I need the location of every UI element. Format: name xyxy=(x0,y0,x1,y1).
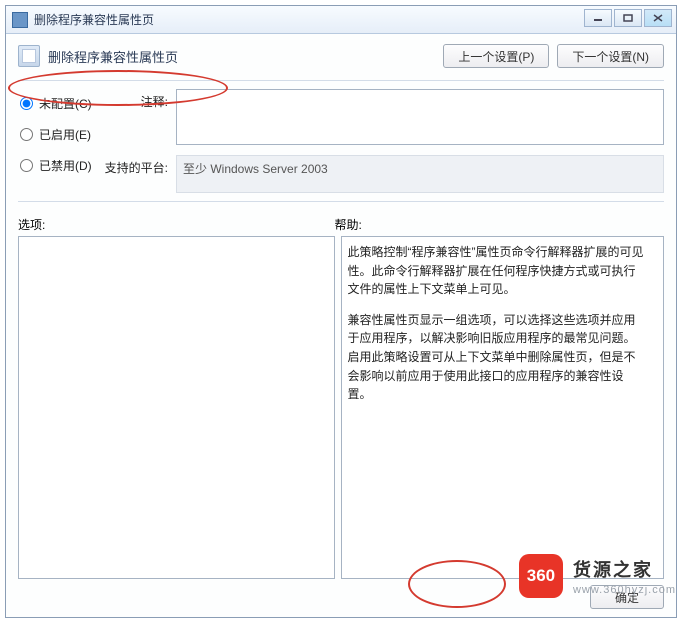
separator xyxy=(18,80,664,81)
minimize-button[interactable] xyxy=(584,9,612,27)
radio-disabled-input[interactable] xyxy=(20,159,33,172)
options-heading: 选项: xyxy=(18,216,335,236)
radio-not-configured[interactable]: 未配置(C) xyxy=(18,95,100,112)
supported-field: 支持的平台: 至少 Windows Server 2003 xyxy=(100,155,664,193)
maximize-icon xyxy=(623,14,633,22)
watermark-badge: 360 xyxy=(519,554,563,598)
watermark-brand: 货源之家 xyxy=(573,556,676,582)
fields: 注释: 支持的平台: 至少 Windows Server 2003 xyxy=(100,89,664,193)
radio-enabled[interactable]: 已启用(E) xyxy=(18,126,100,143)
lower-headings: 选项: 帮助: xyxy=(18,216,664,236)
radio-disabled-label: 已禁用(D) xyxy=(39,157,92,174)
window-title: 删除程序兼容性属性页 xyxy=(34,11,154,28)
lower-boxes: 此策略控制“程序兼容性”属性页命令行解释器扩展的可见性。此命令行解释器扩展在任何… xyxy=(18,236,664,579)
help-paragraph-2: 兼容性属性页显示一组选项，可以选择这些选项并应用于应用程序，以解决影响旧版应用程… xyxy=(348,311,645,404)
watermark: 360 货源之家 www.360hyzj.com xyxy=(519,554,676,598)
radio-enabled-label: 已启用(E) xyxy=(39,126,91,143)
supported-value: 至少 Windows Server 2003 xyxy=(176,155,664,193)
radio-enabled-input[interactable] xyxy=(20,128,33,141)
maximize-button[interactable] xyxy=(614,9,642,27)
comment-field: 注释: xyxy=(100,89,664,145)
nav-buttons: 上一个设置(P) 下一个设置(N) xyxy=(443,44,664,68)
policy-title: 删除程序兼容性属性页 xyxy=(48,47,178,66)
separator-2 xyxy=(18,201,664,202)
help-heading: 帮助: xyxy=(335,216,664,236)
next-setting-button[interactable]: 下一个设置(N) xyxy=(557,44,664,68)
watermark-text: 货源之家 www.360hyzj.com xyxy=(573,556,676,596)
close-button[interactable] xyxy=(644,9,672,27)
config-area: 未配置(C) 已启用(E) 已禁用(D) 注释: 支持的平台: xyxy=(18,89,664,193)
state-radio-group: 未配置(C) 已启用(E) 已禁用(D) xyxy=(18,89,100,193)
content: 删除程序兼容性属性页 上一个设置(P) 下一个设置(N) 未配置(C) 已启用(… xyxy=(6,34,676,617)
radio-not-configured-label: 未配置(C) xyxy=(39,95,92,112)
comment-label: 注释: xyxy=(100,89,176,110)
minimize-icon xyxy=(593,14,603,22)
header-row: 删除程序兼容性属性页 上一个设置(P) 下一个设置(N) xyxy=(18,44,664,72)
help-paragraph-1: 此策略控制“程序兼容性”属性页命令行解释器扩展的可见性。此命令行解释器扩展在任何… xyxy=(348,243,645,299)
policy-icon xyxy=(18,45,40,67)
comment-input[interactable] xyxy=(176,89,664,145)
close-icon xyxy=(653,14,663,22)
app-icon xyxy=(12,12,28,28)
watermark-url: www.360hyzj.com xyxy=(573,584,676,596)
prev-setting-button[interactable]: 上一个设置(P) xyxy=(443,44,549,68)
radio-disabled[interactable]: 已禁用(D) xyxy=(18,157,100,174)
titlebar[interactable]: 删除程序兼容性属性页 xyxy=(6,6,676,34)
supported-label: 支持的平台: xyxy=(100,155,176,176)
options-box xyxy=(18,236,335,579)
radio-not-configured-input[interactable] xyxy=(20,97,33,110)
policy-window: 删除程序兼容性属性页 删除程序兼容性属性页 上一个设置(P) 下一个设置(N) xyxy=(5,5,677,618)
lower-panes: 选项: 帮助: 此策略控制“程序兼容性”属性页命令行解释器扩展的可见性。此命令行… xyxy=(18,216,664,609)
window-controls xyxy=(584,9,672,27)
help-box[interactable]: 此策略控制“程序兼容性”属性页命令行解释器扩展的可见性。此命令行解释器扩展在任何… xyxy=(341,236,664,579)
